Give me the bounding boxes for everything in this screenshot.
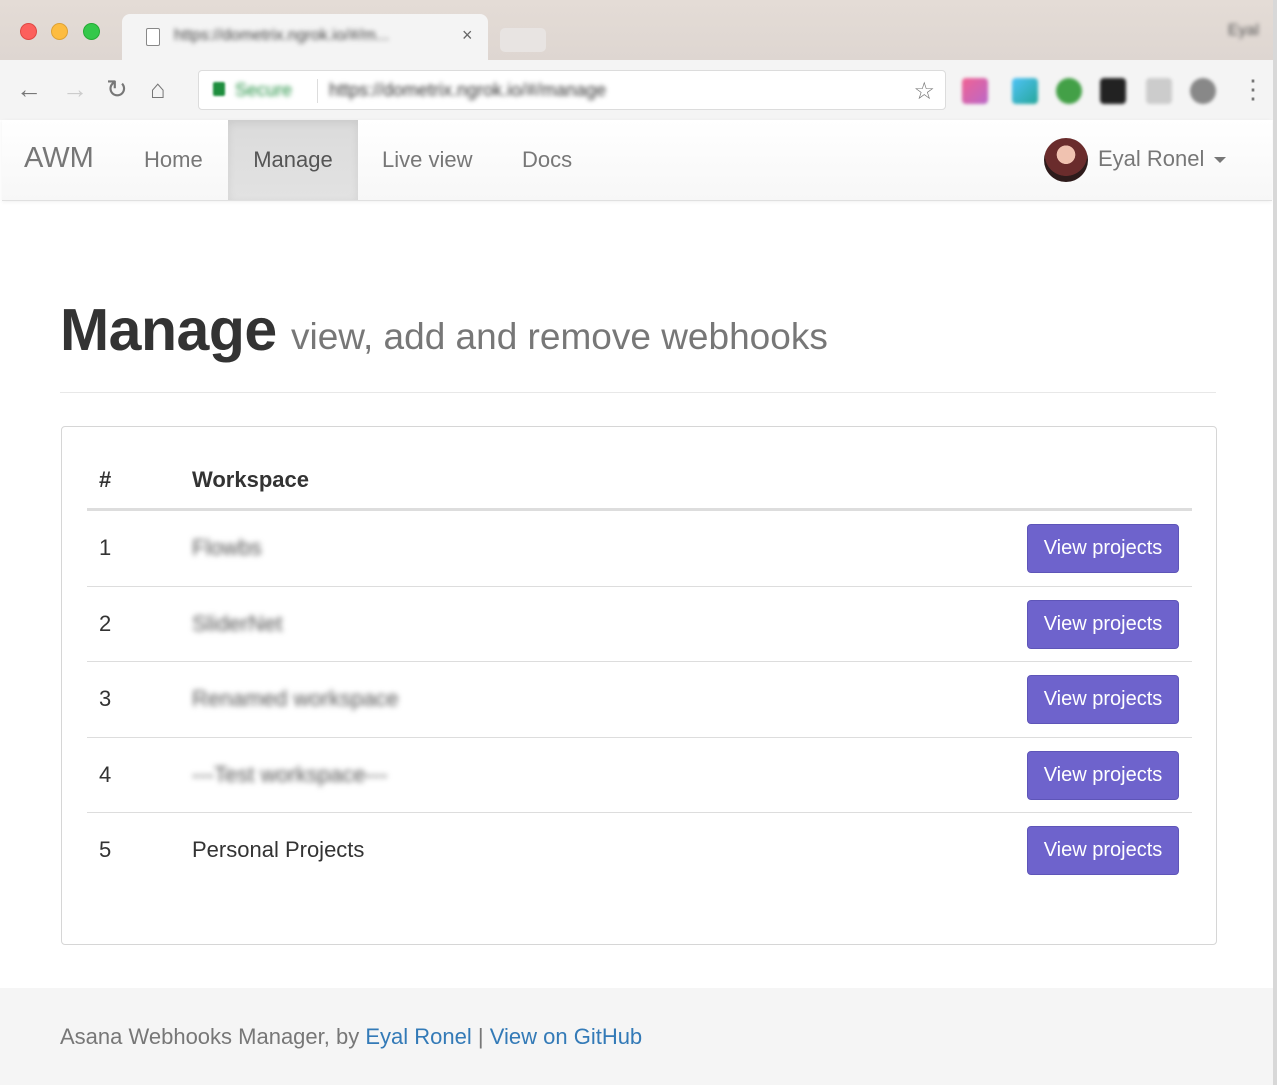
extension-icon[interactable] <box>962 78 988 104</box>
view-projects-button[interactable]: View projects <box>1027 675 1179 724</box>
page-title: Manage <box>60 297 277 363</box>
tab-close-icon[interactable]: × <box>462 25 473 46</box>
row-number: 5 <box>99 837 112 862</box>
extension-icon[interactable] <box>1012 78 1038 104</box>
user-menu-name[interactable]: Eyal Ronel <box>1098 146 1204 172</box>
extension-icon[interactable] <box>1056 78 1082 104</box>
table-row: 4 ---Test workspace--- View projects <box>87 738 1192 813</box>
nav-home[interactable]: Home <box>120 120 227 200</box>
column-header-number: # <box>99 467 112 492</box>
extension-icon[interactable] <box>1100 78 1126 104</box>
view-projects-button[interactable]: View projects <box>1027 826 1179 875</box>
forward-icon[interactable]: → <box>62 74 88 104</box>
footer-separator: | <box>477 1024 484 1049</box>
table-header: # Workspace <box>87 457 1192 511</box>
nav-manage[interactable]: Manage <box>228 120 358 200</box>
author-link[interactable]: Eyal Ronel <box>365 1024 471 1049</box>
view-projects-button[interactable]: View projects <box>1027 750 1179 800</box>
row-number: 3 <box>99 686 112 711</box>
row-number: 4 <box>99 761 112 787</box>
browser-chrome: https://dometrix.ngrok.io/#/m... × Eyal … <box>0 0 1277 120</box>
row-number: 2 <box>99 610 112 636</box>
nav-live-view[interactable]: Live view <box>358 120 496 200</box>
workspace-name: SliderNet <box>192 610 283 636</box>
home-icon[interactable]: ⌂ <box>150 74 166 104</box>
extension-icon[interactable] <box>1146 78 1172 104</box>
page-header: Manage view, add and remove webhooks <box>60 296 1216 393</box>
page-footer: Asana Webhooks Manager, by Eyal Ronel | … <box>0 988 1277 1085</box>
table-row: 3 Renamed workspace View projects <box>87 662 1192 738</box>
view-projects-button[interactable]: View projects <box>1027 524 1179 573</box>
new-tab-button[interactable] <box>500 28 546 52</box>
view-projects-button[interactable]: View projects <box>1027 599 1179 649</box>
lock-icon <box>213 82 225 96</box>
footer-text: Asana Webhooks Manager, by Eyal Ronel | … <box>60 1024 642 1050</box>
workspace-name: Flowbs <box>192 535 262 560</box>
url-text[interactable]: https://dometrix.ngrok.io/#/manage <box>329 80 606 101</box>
page-icon <box>146 28 160 46</box>
page-subtitle: view, add and remove webhooks <box>291 316 828 357</box>
workspaces-table: # Workspace 1 Flowbs View projects 2 Sli… <box>87 457 1192 889</box>
browser-toolbar: ← → ↻ ⌂ Secure https://dometrix.ngrok.io… <box>0 60 1277 120</box>
brand-logo[interactable]: AWM <box>24 142 94 175</box>
avatar[interactable] <box>1044 138 1088 182</box>
browser-menu-icon[interactable]: ⋮ <box>1240 74 1266 105</box>
secure-label: Secure <box>235 80 293 100</box>
chevron-down-icon[interactable] <box>1214 157 1226 163</box>
browser-tab[interactable]: https://dometrix.ngrok.io/#/m... × <box>122 14 488 62</box>
maximize-window-button[interactable] <box>83 23 100 40</box>
column-header-workspace: Workspace <box>192 467 309 492</box>
window-edge <box>1273 0 1277 1085</box>
tab-title: https://dometrix.ngrok.io/#/m... <box>174 27 390 44</box>
table-row: 1 Flowbs View projects <box>87 511 1192 587</box>
row-number: 1 <box>99 535 112 560</box>
reload-icon[interactable]: ↻ <box>106 74 128 104</box>
bookmark-star-icon[interactable]: ☆ <box>913 77 935 106</box>
nav-docs[interactable]: Docs <box>498 120 596 200</box>
extension-icon[interactable] <box>1190 78 1216 104</box>
footer-prefix: Asana Webhooks Manager, by <box>60 1024 360 1049</box>
address-bar[interactable]: Secure https://dometrix.ngrok.io/#/manag… <box>198 70 946 110</box>
profile-name[interactable]: Eyal <box>1228 22 1259 40</box>
workspace-name: Renamed workspace <box>192 686 399 711</box>
workspace-name: Personal Projects <box>192 837 365 862</box>
github-link[interactable]: View on GitHub <box>490 1024 642 1049</box>
app-navbar: AWM Home Manage Live view Docs Eyal Rone… <box>2 120 1272 201</box>
minimize-window-button[interactable] <box>51 23 68 40</box>
workspace-name: ---Test workspace--- <box>192 761 388 787</box>
omnibox-divider <box>317 79 318 103</box>
table-row: 5 Personal Projects View projects <box>87 813 1192 889</box>
close-window-button[interactable] <box>20 23 37 40</box>
back-icon[interactable]: ← <box>16 74 42 104</box>
workspaces-panel: # Workspace 1 Flowbs View projects 2 Sli… <box>61 426 1217 945</box>
table-row: 2 SliderNet View projects <box>87 587 1192 662</box>
